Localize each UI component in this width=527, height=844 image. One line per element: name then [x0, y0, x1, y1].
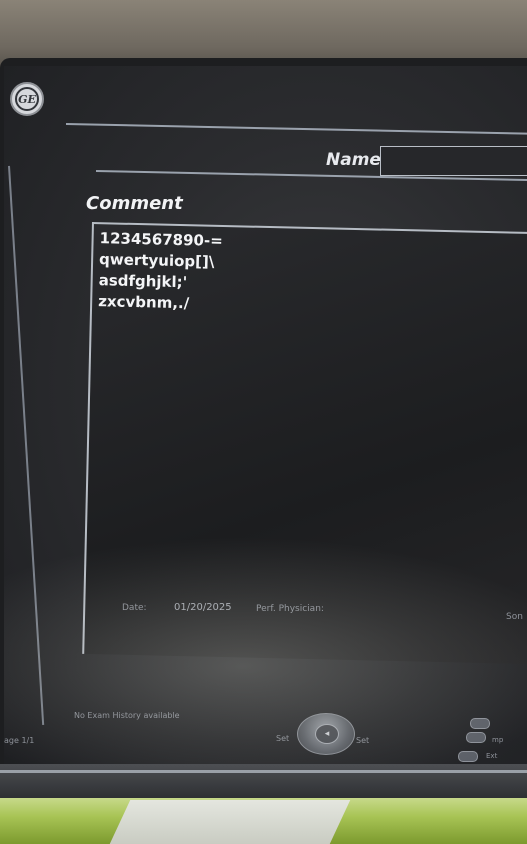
date-label: Date: [122, 603, 147, 613]
page-indicator: age 1/1 [4, 736, 35, 745]
nav-right-label: Set [356, 736, 370, 745]
ge-logo-icon: GE [10, 82, 44, 116]
side-button-3[interactable] [458, 751, 478, 762]
side-button-2[interactable] [466, 732, 486, 743]
header-divider-top [65, 123, 527, 135]
side-label-2: Ext [486, 752, 498, 760]
paper-sheet [109, 800, 351, 844]
physician-label: Perf. Physician: [256, 604, 324, 614]
exam-history-status: No Exam History available [74, 711, 180, 720]
name-field[interactable] [380, 146, 527, 176]
date-value: 01/20/2025 [174, 602, 232, 613]
side-label: mp [492, 736, 504, 744]
side-button-1[interactable] [470, 718, 490, 729]
sonographer-label: Son [506, 612, 523, 622]
ultrasound-screen: GE Name Comment 1234567890-= qwertyuiop[… [4, 66, 527, 766]
comment-label: Comment [86, 193, 183, 214]
svg-text:GE: GE [18, 93, 36, 106]
trackball-control[interactable]: ◂ [297, 713, 355, 755]
comment-textarea[interactable]: 1234567890-= qwertyuiop[]\ asdfghjkl;' z… [82, 222, 527, 665]
trackball-icon[interactable]: ◂ [315, 724, 339, 744]
nav-left-label: Set [276, 734, 290, 743]
left-frame-line [8, 165, 45, 725]
monitor-bottom-edge [0, 770, 527, 773]
comment-text: 1234567890-= qwertyuiop[]\ asdfghjkl;' z… [98, 229, 223, 313]
name-label: Name [326, 150, 381, 170]
